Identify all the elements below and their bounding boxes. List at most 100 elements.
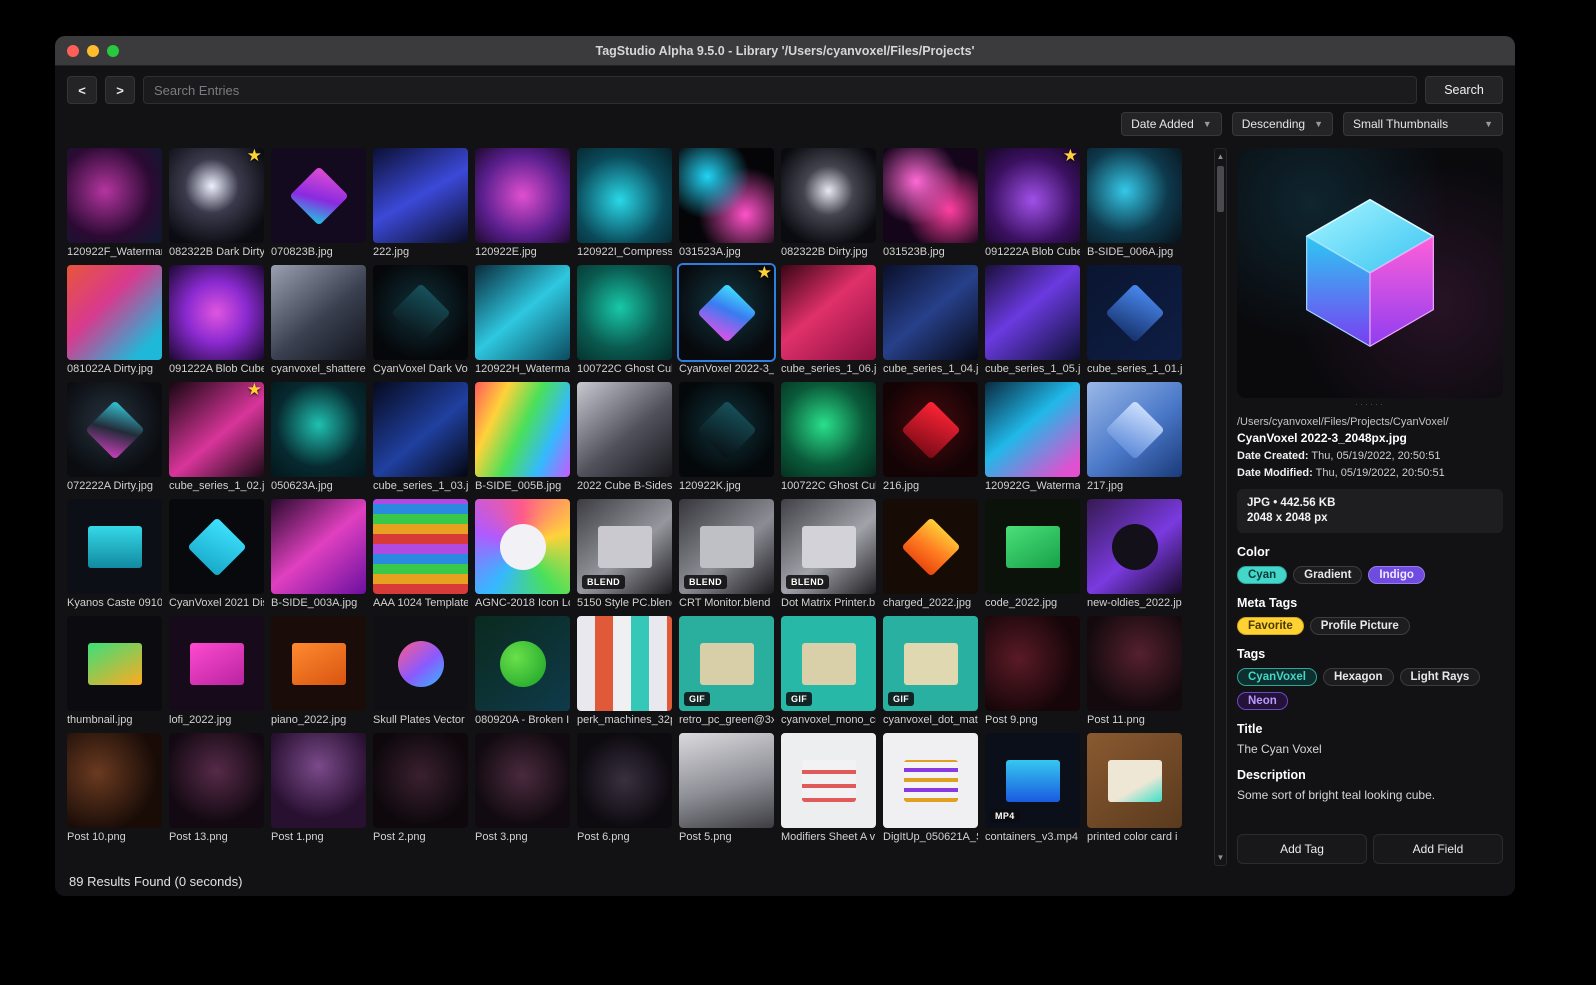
thumbnail[interactable] xyxy=(169,616,264,711)
thumbnail-art xyxy=(801,642,856,685)
thumbnail[interactable] xyxy=(577,148,672,243)
thumbnail-size-dropdown[interactable]: Small Thumbnails ▼ xyxy=(1343,112,1503,136)
tag-pill[interactable]: Light Rays xyxy=(1399,668,1481,686)
thumbnail[interactable] xyxy=(781,148,876,243)
tag-pill[interactable]: Indigo xyxy=(1368,566,1425,584)
thumbnail[interactable] xyxy=(271,265,366,360)
thumbnail[interactable] xyxy=(373,265,468,360)
titlebar[interactable]: TagStudio Alpha 9.5.0 - Library '/Users/… xyxy=(55,36,1515,66)
thumbnail[interactable]: BLEND xyxy=(679,499,774,594)
thumbnail[interactable] xyxy=(373,733,468,828)
thumbnail[interactable] xyxy=(679,382,774,477)
search-input[interactable] xyxy=(143,76,1417,104)
thumbnail[interactable]: GIF xyxy=(781,616,876,711)
thumbnail[interactable] xyxy=(883,148,978,243)
thumbnail[interactable]: BLEND xyxy=(781,499,876,594)
thumbnail[interactable] xyxy=(475,733,570,828)
thumbnail[interactable] xyxy=(475,616,570,711)
thumbnail[interactable] xyxy=(169,499,264,594)
thumbnail[interactable] xyxy=(271,148,366,243)
thumbnail[interactable] xyxy=(985,499,1080,594)
thumbnail[interactable] xyxy=(883,499,978,594)
thumbnail[interactable]: ★ xyxy=(985,148,1080,243)
tag-pill[interactable]: CyanVoxel xyxy=(1237,668,1317,686)
thumbnail[interactable]: MP4 xyxy=(985,733,1080,828)
tag-pill[interactable]: Neon xyxy=(1237,692,1288,710)
thumbnail[interactable] xyxy=(1087,148,1182,243)
thumbnail[interactable] xyxy=(781,733,876,828)
grid-cell: 120922F_Watermar xyxy=(67,148,162,258)
zoom-window-button[interactable] xyxy=(107,44,119,57)
color-pills: Cyan Gradient Indigo xyxy=(1237,566,1503,584)
close-window-button[interactable] xyxy=(67,44,79,57)
search-button[interactable]: Search xyxy=(1425,76,1503,104)
thumbnail[interactable]: GIF xyxy=(679,616,774,711)
thumbnail[interactable] xyxy=(271,382,366,477)
thumbnail[interactable] xyxy=(883,265,978,360)
grid-cell: cube_series_1_05.j xyxy=(985,265,1080,375)
thumbnail[interactable]: ★ xyxy=(169,380,264,477)
scroll-up-icon[interactable]: ▲ xyxy=(1215,152,1226,161)
scroll-down-icon[interactable]: ▼ xyxy=(1215,853,1226,862)
thumbnail[interactable] xyxy=(67,499,162,594)
thumbnail[interactable] xyxy=(679,733,774,828)
thumbnail[interactable] xyxy=(577,382,672,477)
thumbnail[interactable] xyxy=(373,499,468,594)
minimize-window-button[interactable] xyxy=(87,44,99,57)
thumbnail[interactable] xyxy=(1087,733,1182,828)
thumbnail[interactable] xyxy=(475,265,570,360)
thumbnail[interactable] xyxy=(475,148,570,243)
thumbnail[interactable] xyxy=(475,499,570,594)
thumbnail[interactable] xyxy=(985,616,1080,711)
thumbnail[interactable]: BLEND xyxy=(577,499,672,594)
thumbnail[interactable] xyxy=(985,265,1080,360)
sort-order-dropdown[interactable]: Descending ▼ xyxy=(1231,112,1333,136)
thumbnail-label: cube_series_1_05.j xyxy=(985,363,1080,375)
thumbnail[interactable] xyxy=(883,733,978,828)
thumbnail[interactable] xyxy=(985,382,1080,477)
tag-pill[interactable]: Profile Picture xyxy=(1309,617,1410,635)
thumbnail[interactable] xyxy=(373,616,468,711)
scrollbar[interactable]: ▲ ▼ xyxy=(1214,148,1227,866)
tag-pill[interactable]: Cyan xyxy=(1237,566,1288,584)
thumbnail[interactable]: ★ xyxy=(679,263,774,360)
thumbnail[interactable] xyxy=(577,733,672,828)
scrollbar-thumb[interactable] xyxy=(1217,166,1224,212)
back-button[interactable]: < xyxy=(67,76,97,104)
thumbnail[interactable] xyxy=(1087,382,1182,477)
thumbnail[interactable] xyxy=(373,382,468,477)
thumbnail[interactable] xyxy=(67,616,162,711)
add-tag-button[interactable]: Add Tag xyxy=(1237,834,1367,864)
thumbnail[interactable] xyxy=(67,148,162,243)
thumbnail-label: Post 11.png xyxy=(1087,714,1145,726)
thumbnail[interactable] xyxy=(271,499,366,594)
tag-pill[interactable]: Gradient xyxy=(1293,566,1363,584)
thumbnail[interactable] xyxy=(1087,499,1182,594)
thumbnail[interactable] xyxy=(271,616,366,711)
thumbnail[interactable] xyxy=(67,265,162,360)
thumbnail[interactable]: ★ xyxy=(169,148,264,243)
thumbnail[interactable] xyxy=(373,148,468,243)
thumbnail-art xyxy=(291,642,346,685)
thumbnail[interactable]: GIF xyxy=(883,616,978,711)
thumbnail[interactable] xyxy=(1087,616,1182,711)
thumbnail[interactable] xyxy=(169,265,264,360)
thumbnail-art xyxy=(696,282,757,343)
thumbnail[interactable] xyxy=(781,382,876,477)
thumbnail[interactable] xyxy=(577,265,672,360)
thumbnail[interactable] xyxy=(577,616,672,711)
forward-button[interactable]: > xyxy=(105,76,135,104)
thumbnail[interactable] xyxy=(679,148,774,243)
sort-field-dropdown[interactable]: Date Added ▼ xyxy=(1121,112,1222,136)
thumbnail[interactable] xyxy=(1087,265,1182,360)
add-field-button[interactable]: Add Field xyxy=(1373,834,1503,864)
thumbnail[interactable] xyxy=(271,733,366,828)
thumbnail[interactable] xyxy=(475,382,570,477)
thumbnail[interactable] xyxy=(781,265,876,360)
thumbnail[interactable] xyxy=(169,733,264,828)
thumbnail[interactable] xyxy=(67,382,162,477)
tag-pill[interactable]: Favorite xyxy=(1237,617,1304,635)
thumbnail[interactable] xyxy=(883,382,978,477)
thumbnail[interactable] xyxy=(67,733,162,828)
tag-pill[interactable]: Hexagon xyxy=(1322,668,1394,686)
